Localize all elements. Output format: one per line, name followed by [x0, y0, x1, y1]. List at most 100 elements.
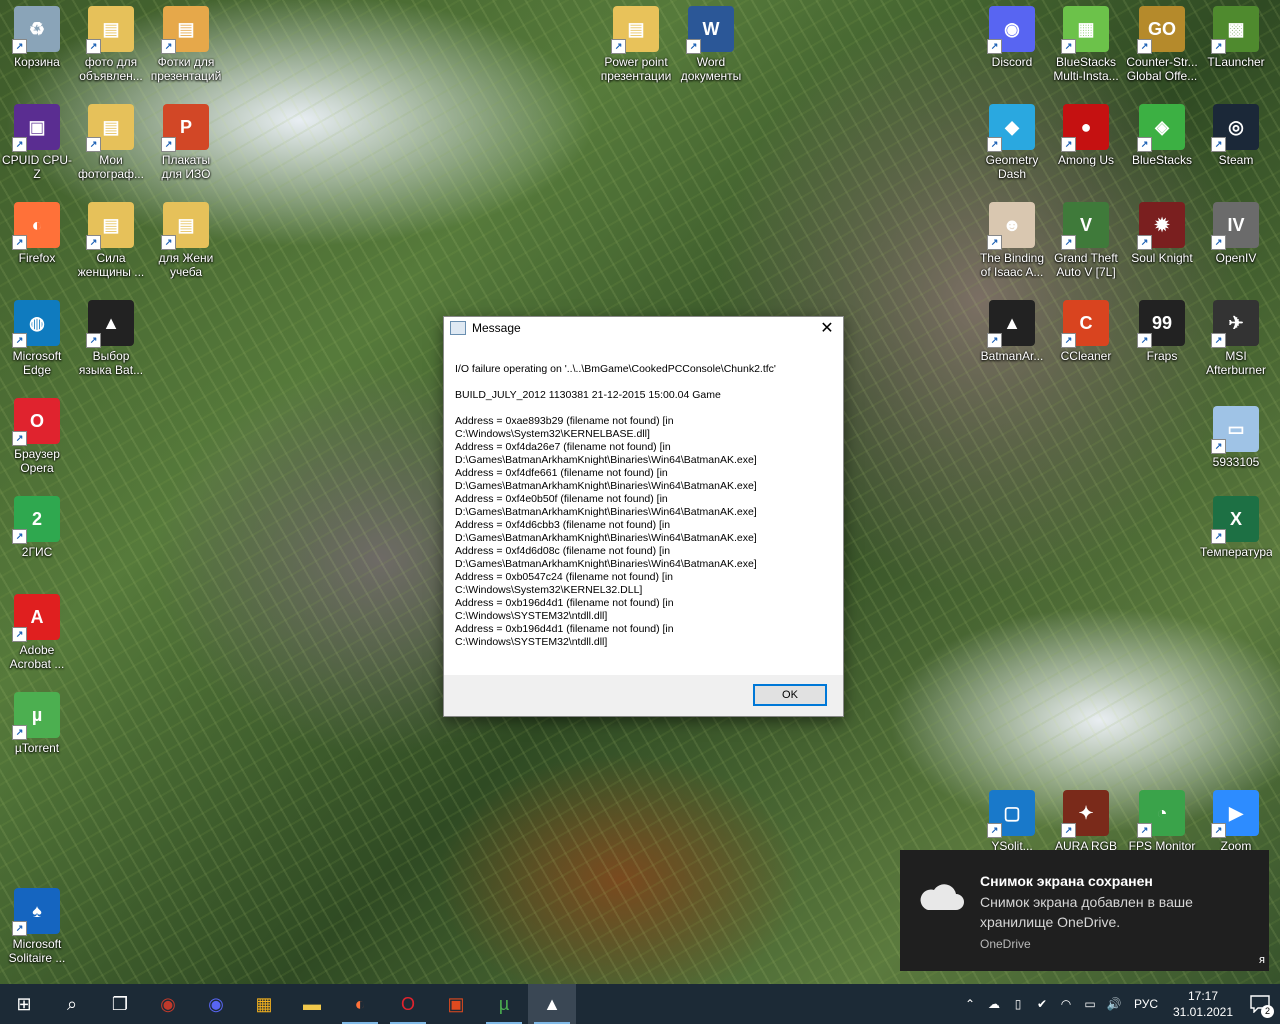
desktop-icon[interactable]: ✈ ↗ MSI Afterburner — [1200, 300, 1272, 377]
desktop-icon[interactable]: ◍ ↗ Microsoft Edge — [1, 300, 73, 377]
tray-icon[interactable]: ☁ — [982, 997, 1006, 1011]
desktop-icon-label: Firefox — [18, 251, 56, 265]
tray-icon[interactable]: ▯ — [1006, 997, 1030, 1011]
desktop-icon[interactable]: ◐ ↗ Firefox — [1, 202, 73, 265]
desktop-icon[interactable]: ☻ ↗ The Binding of Isaac A... — [976, 202, 1048, 279]
tray-icon[interactable]: 🔊 — [1102, 997, 1126, 1011]
desktop-icon[interactable]: ▲ ↗ Выбор языка Bat... — [75, 300, 147, 377]
action-center-button[interactable]: 2 — [1240, 984, 1280, 1024]
desktop-icon[interactable]: ▦ ↗ BlueStacks Multi-Insta... — [1050, 6, 1122, 83]
shortcut-arrow-icon: ↗ — [1137, 235, 1152, 250]
desktop-icon[interactable]: C ↗ CCleaner — [1050, 300, 1122, 363]
desktop-icon[interactable]: ♠ ↗ Microsoft Solitaire ... — [1, 888, 73, 965]
shortcut-arrow-icon: ↗ — [686, 39, 701, 54]
desktop-icon-image: ● ↗ — [1061, 104, 1109, 152]
desktop-icon[interactable]: ◎ ↗ Steam — [1200, 104, 1272, 167]
desktop-icon[interactable]: ● ↗ Among Us — [1050, 104, 1122, 167]
language-indicator[interactable]: РУС — [1126, 997, 1166, 1011]
desktop-icon-label: BatmanAr... — [980, 349, 1044, 363]
desktop-icon[interactable]: ▤ ↗ для Жени учеба — [150, 202, 222, 279]
tray-icon[interactable]: ⌃ — [958, 997, 982, 1011]
desktop-icon[interactable]: V ↗ Grand Theft Auto V [7L] — [1050, 202, 1122, 279]
icon-glyph: W — [702, 19, 720, 39]
message-dialog: Message ✕ I/O failure operating on '..\.… — [443, 316, 844, 717]
desktop-icon-image: ♠ ↗ — [12, 888, 60, 936]
tray-icon[interactable]: ▭ — [1078, 997, 1102, 1011]
desktop-icon[interactable]: 2 ↗ 2ГИС — [1, 496, 73, 559]
desktop-icon[interactable]: ✦ ↗ AURA RGB — [1050, 790, 1122, 853]
file-explorer-icon[interactable]: ▬ — [288, 984, 336, 1024]
desktop-icon[interactable]: GO ↗ Counter-Str... Global Offe... — [1126, 6, 1198, 83]
desktop-icon[interactable]: X ↗ Температура — [1200, 496, 1272, 559]
tray-icon[interactable]: ✔ — [1030, 997, 1054, 1011]
desktop-icon-label: The Binding of Isaac A... — [979, 251, 1045, 279]
desktop-icon-label: Microsoft Edge — [12, 349, 62, 377]
desktop-icon-image: ◉ ↗ — [987, 6, 1035, 54]
desktop-icon[interactable]: IV ↗ OpenIV — [1200, 202, 1272, 265]
desktop-icon[interactable]: ▤ ↗ Сила женщины ... — [75, 202, 147, 279]
desktop-icon-image: W ↗ — [686, 6, 734, 54]
office-icon[interactable]: ▣ — [432, 984, 480, 1024]
desktop-icon[interactable]: ◈ ↗ BlueStacks — [1126, 104, 1198, 167]
icon-glyph: ◎ — [1228, 117, 1244, 137]
desktop-icon[interactable]: ▤ ↗ Фотки для презентаций — [150, 6, 222, 83]
dialog-titlebar[interactable]: Message ✕ — [444, 317, 843, 339]
clock[interactable]: 17:17 31.01.2021 — [1166, 988, 1240, 1020]
desktop-icon[interactable]: ▭ ↗ 5933105 — [1200, 406, 1272, 469]
game-app-icon[interactable]: ◉ — [144, 984, 192, 1024]
utorrent-icon[interactable]: µ — [480, 984, 528, 1024]
desktop-icon[interactable]: ◆ ↗ Geometry Dash — [976, 104, 1048, 181]
desktop-icon-image: P ↗ — [161, 104, 209, 152]
shortcut-arrow-icon: ↗ — [987, 823, 1002, 838]
desktop-icon[interactable]: ◉ ↗ Discord — [976, 6, 1048, 69]
shortcut-arrow-icon: ↗ — [12, 529, 27, 544]
opera-icon[interactable]: O — [384, 984, 432, 1024]
desktop-icon[interactable]: µ ↗ µTorrent — [1, 692, 73, 755]
firefox-icon[interactable]: ◐ — [336, 984, 384, 1024]
desktop-icon[interactable]: ✹ ↗ Soul Knight — [1126, 202, 1198, 265]
desktop-icon[interactable]: ◔ ↗ FPS Monitor — [1126, 790, 1198, 853]
desktop-icon[interactable]: O ↗ Браузер Opera — [1, 398, 73, 475]
tray-icons: ⌃ ☁ ▯ ✔ ◠ ▭ 🔊 — [958, 997, 1126, 1011]
desktop-icon-image: ▤ ↗ — [611, 6, 659, 54]
shortcut-arrow-icon: ↗ — [1211, 137, 1226, 152]
search-icon[interactable]: ⌕ — [48, 984, 96, 1024]
desktop-icon[interactable]: 99 ↗ Fraps — [1126, 300, 1198, 363]
desktop-icon[interactable]: ▤ ↗ фото для объявлен... — [75, 6, 147, 83]
desktop-icon[interactable]: ▲ ↗ BatmanAr... — [976, 300, 1048, 363]
desktop-icon-label: OpenIV — [1215, 251, 1257, 265]
icon-glyph: ◆ — [1005, 117, 1019, 137]
desktop-icon[interactable]: ▶ ↗ Zoom — [1200, 790, 1272, 853]
desktop-icon[interactable]: ▢ ↗ YSolit... — [976, 790, 1048, 853]
desktop-icon-label: µTorrent — [14, 741, 60, 755]
shortcut-arrow-icon: ↗ — [86, 235, 101, 250]
desktop-icon-image: IV ↗ — [1211, 202, 1259, 250]
icon-glyph: ▦ — [1077, 19, 1095, 39]
onedrive-notification[interactable]: Снимок экрана сохранен Снимок экрана доб… — [900, 850, 1269, 971]
desktop-icon-image: 2 ↗ — [12, 496, 60, 544]
close-icon[interactable]: ✕ — [811, 317, 843, 339]
icon-glyph: ▤ — [177, 215, 195, 235]
desktop-icon-image: ▦ ↗ — [1061, 6, 1109, 54]
batman-app-icon[interactable]: ▲ — [528, 984, 576, 1024]
desktop-icon[interactable]: A ↗ Adobe Acrobat ... — [1, 594, 73, 671]
store-icon[interactable]: ▦ — [240, 984, 288, 1024]
desktop-icon[interactable]: ▤ ↗ Power point презентации — [600, 6, 672, 83]
desktop-icon[interactable]: ♻ ↗ Корзина — [1, 6, 73, 69]
icon-glyph: ◉ — [1004, 19, 1020, 39]
taskbar-glyph: ▲ — [543, 993, 561, 1014]
discord-icon[interactable]: ◉ — [192, 984, 240, 1024]
start-button[interactable]: ⊞ — [0, 984, 48, 1024]
desktop-icon[interactable]: ▤ ↗ Мои фотограф... — [75, 104, 147, 181]
tray-icon[interactable]: ◠ — [1054, 997, 1078, 1011]
desktop-icon[interactable]: ▣ ↗ CPUID CPU-Z — [1, 104, 73, 181]
desktop-icon[interactable]: ▩ ↗ TLauncher — [1200, 6, 1272, 69]
clock-time: 17:17 — [1187, 989, 1219, 1003]
desktop-icon-image: ◈ ↗ — [1137, 104, 1185, 152]
icon-glyph: ◐ — [31, 215, 43, 235]
desktop-icon[interactable]: W ↗ Word документы — [675, 6, 747, 83]
ok-button[interactable]: OK — [753, 684, 827, 706]
icon-glyph: ◍ — [29, 313, 45, 333]
task-view-icon[interactable]: ❐ — [96, 984, 144, 1024]
desktop-icon[interactable]: P ↗ Плакаты для ИЗО — [150, 104, 222, 181]
